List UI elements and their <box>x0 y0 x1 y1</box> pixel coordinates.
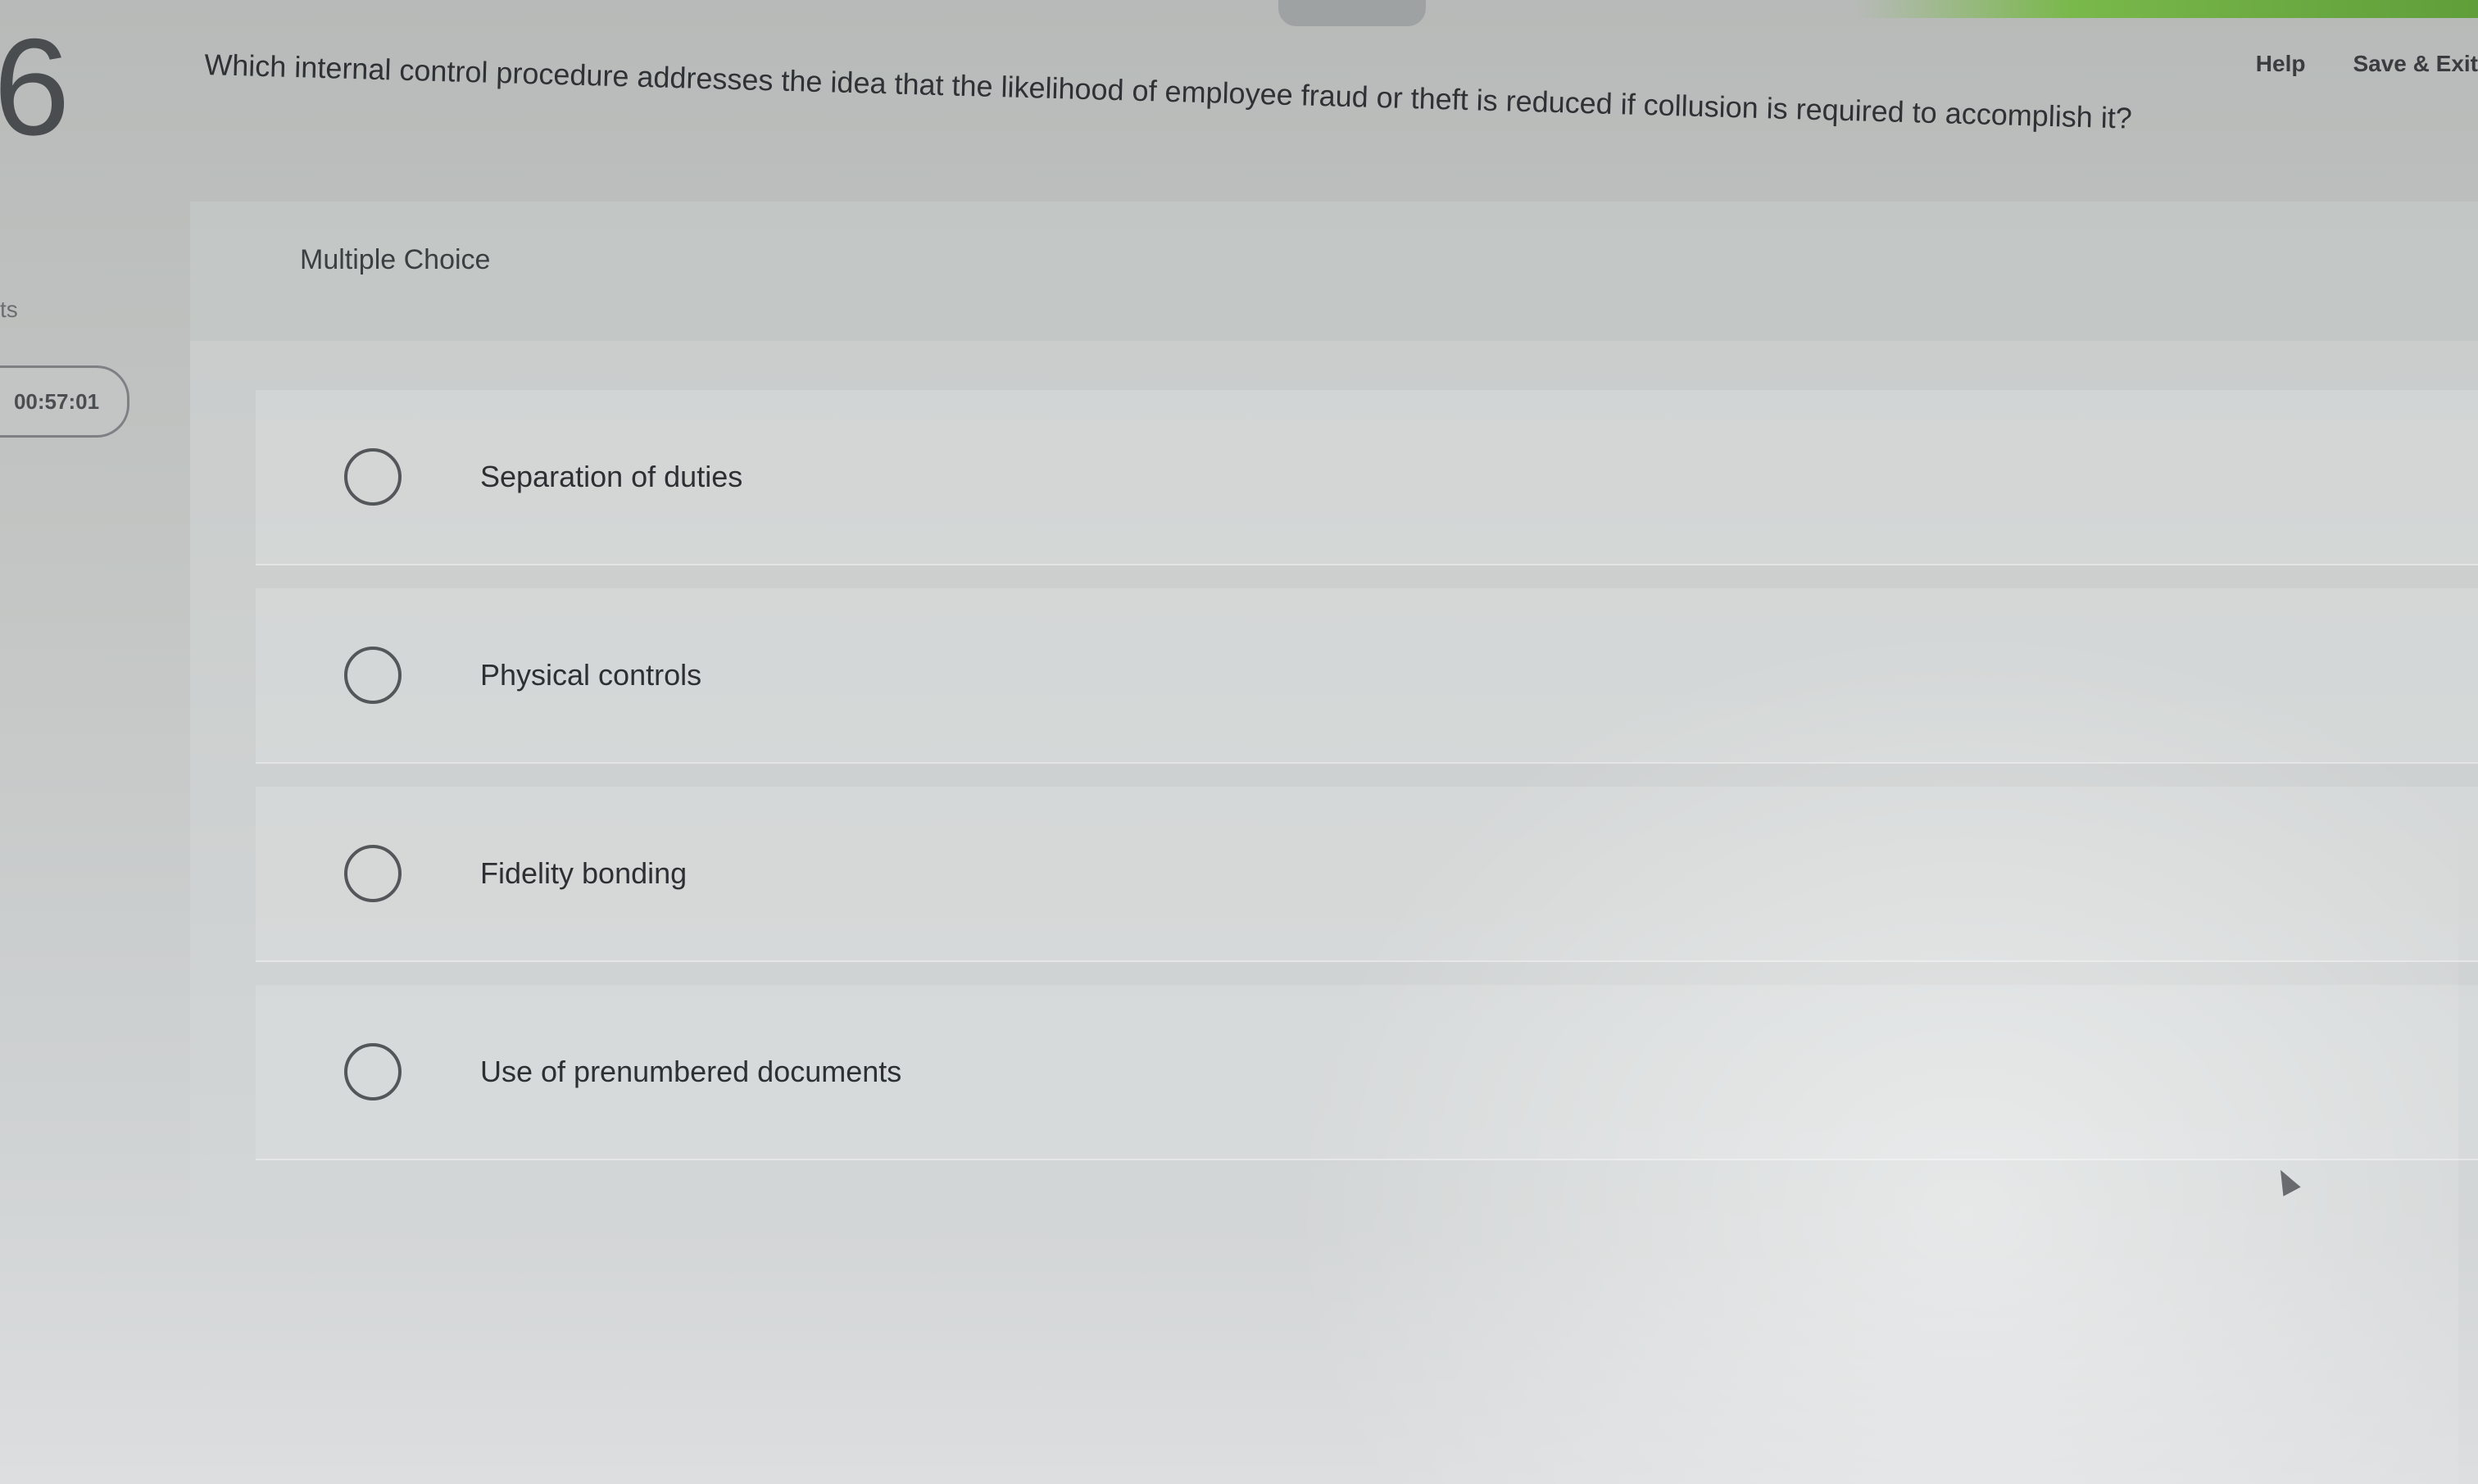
question-number: 6 <box>0 10 70 164</box>
radio-button[interactable] <box>344 448 402 506</box>
option-label: Fidelity bonding <box>480 856 688 890</box>
option-label: Use of prenumbered documents <box>480 1055 902 1088</box>
radio-button[interactable] <box>344 845 402 902</box>
option-prenumbered-documents[interactable]: Use of prenumbered documents <box>256 985 2478 1160</box>
help-link[interactable]: Help <box>2256 51 2306 77</box>
question-text: Which internal control procedure address… <box>203 48 2133 135</box>
top-accent-bar <box>1855 0 2478 18</box>
question-type-label: Multiple Choice <box>300 244 491 275</box>
header-links: Help Save & Exit <box>2256 51 2478 77</box>
option-separation-of-duties[interactable]: Separation of duties <box>256 390 2478 565</box>
option-physical-controls[interactable]: Physical controls <box>256 588 2478 764</box>
option-label: Separation of duties <box>480 460 743 493</box>
answer-panel-header: Multiple Choice <box>190 202 2478 341</box>
timer-value: 00:57:01 <box>13 388 100 414</box>
sidebar-fragment-text: ts <box>0 297 18 322</box>
top-notch <box>1278 0 1426 26</box>
save-exit-link[interactable]: Save & Exit <box>2353 51 2478 77</box>
timer[interactable]: 00:57:01 <box>0 365 129 438</box>
option-label: Physical controls <box>480 658 702 692</box>
radio-button[interactable] <box>344 1043 402 1101</box>
radio-button[interactable] <box>344 647 402 704</box>
option-fidelity-bonding[interactable]: Fidelity bonding <box>256 787 2478 962</box>
answer-panel: Multiple Choice Separation of duties Phy… <box>190 202 2478 1259</box>
